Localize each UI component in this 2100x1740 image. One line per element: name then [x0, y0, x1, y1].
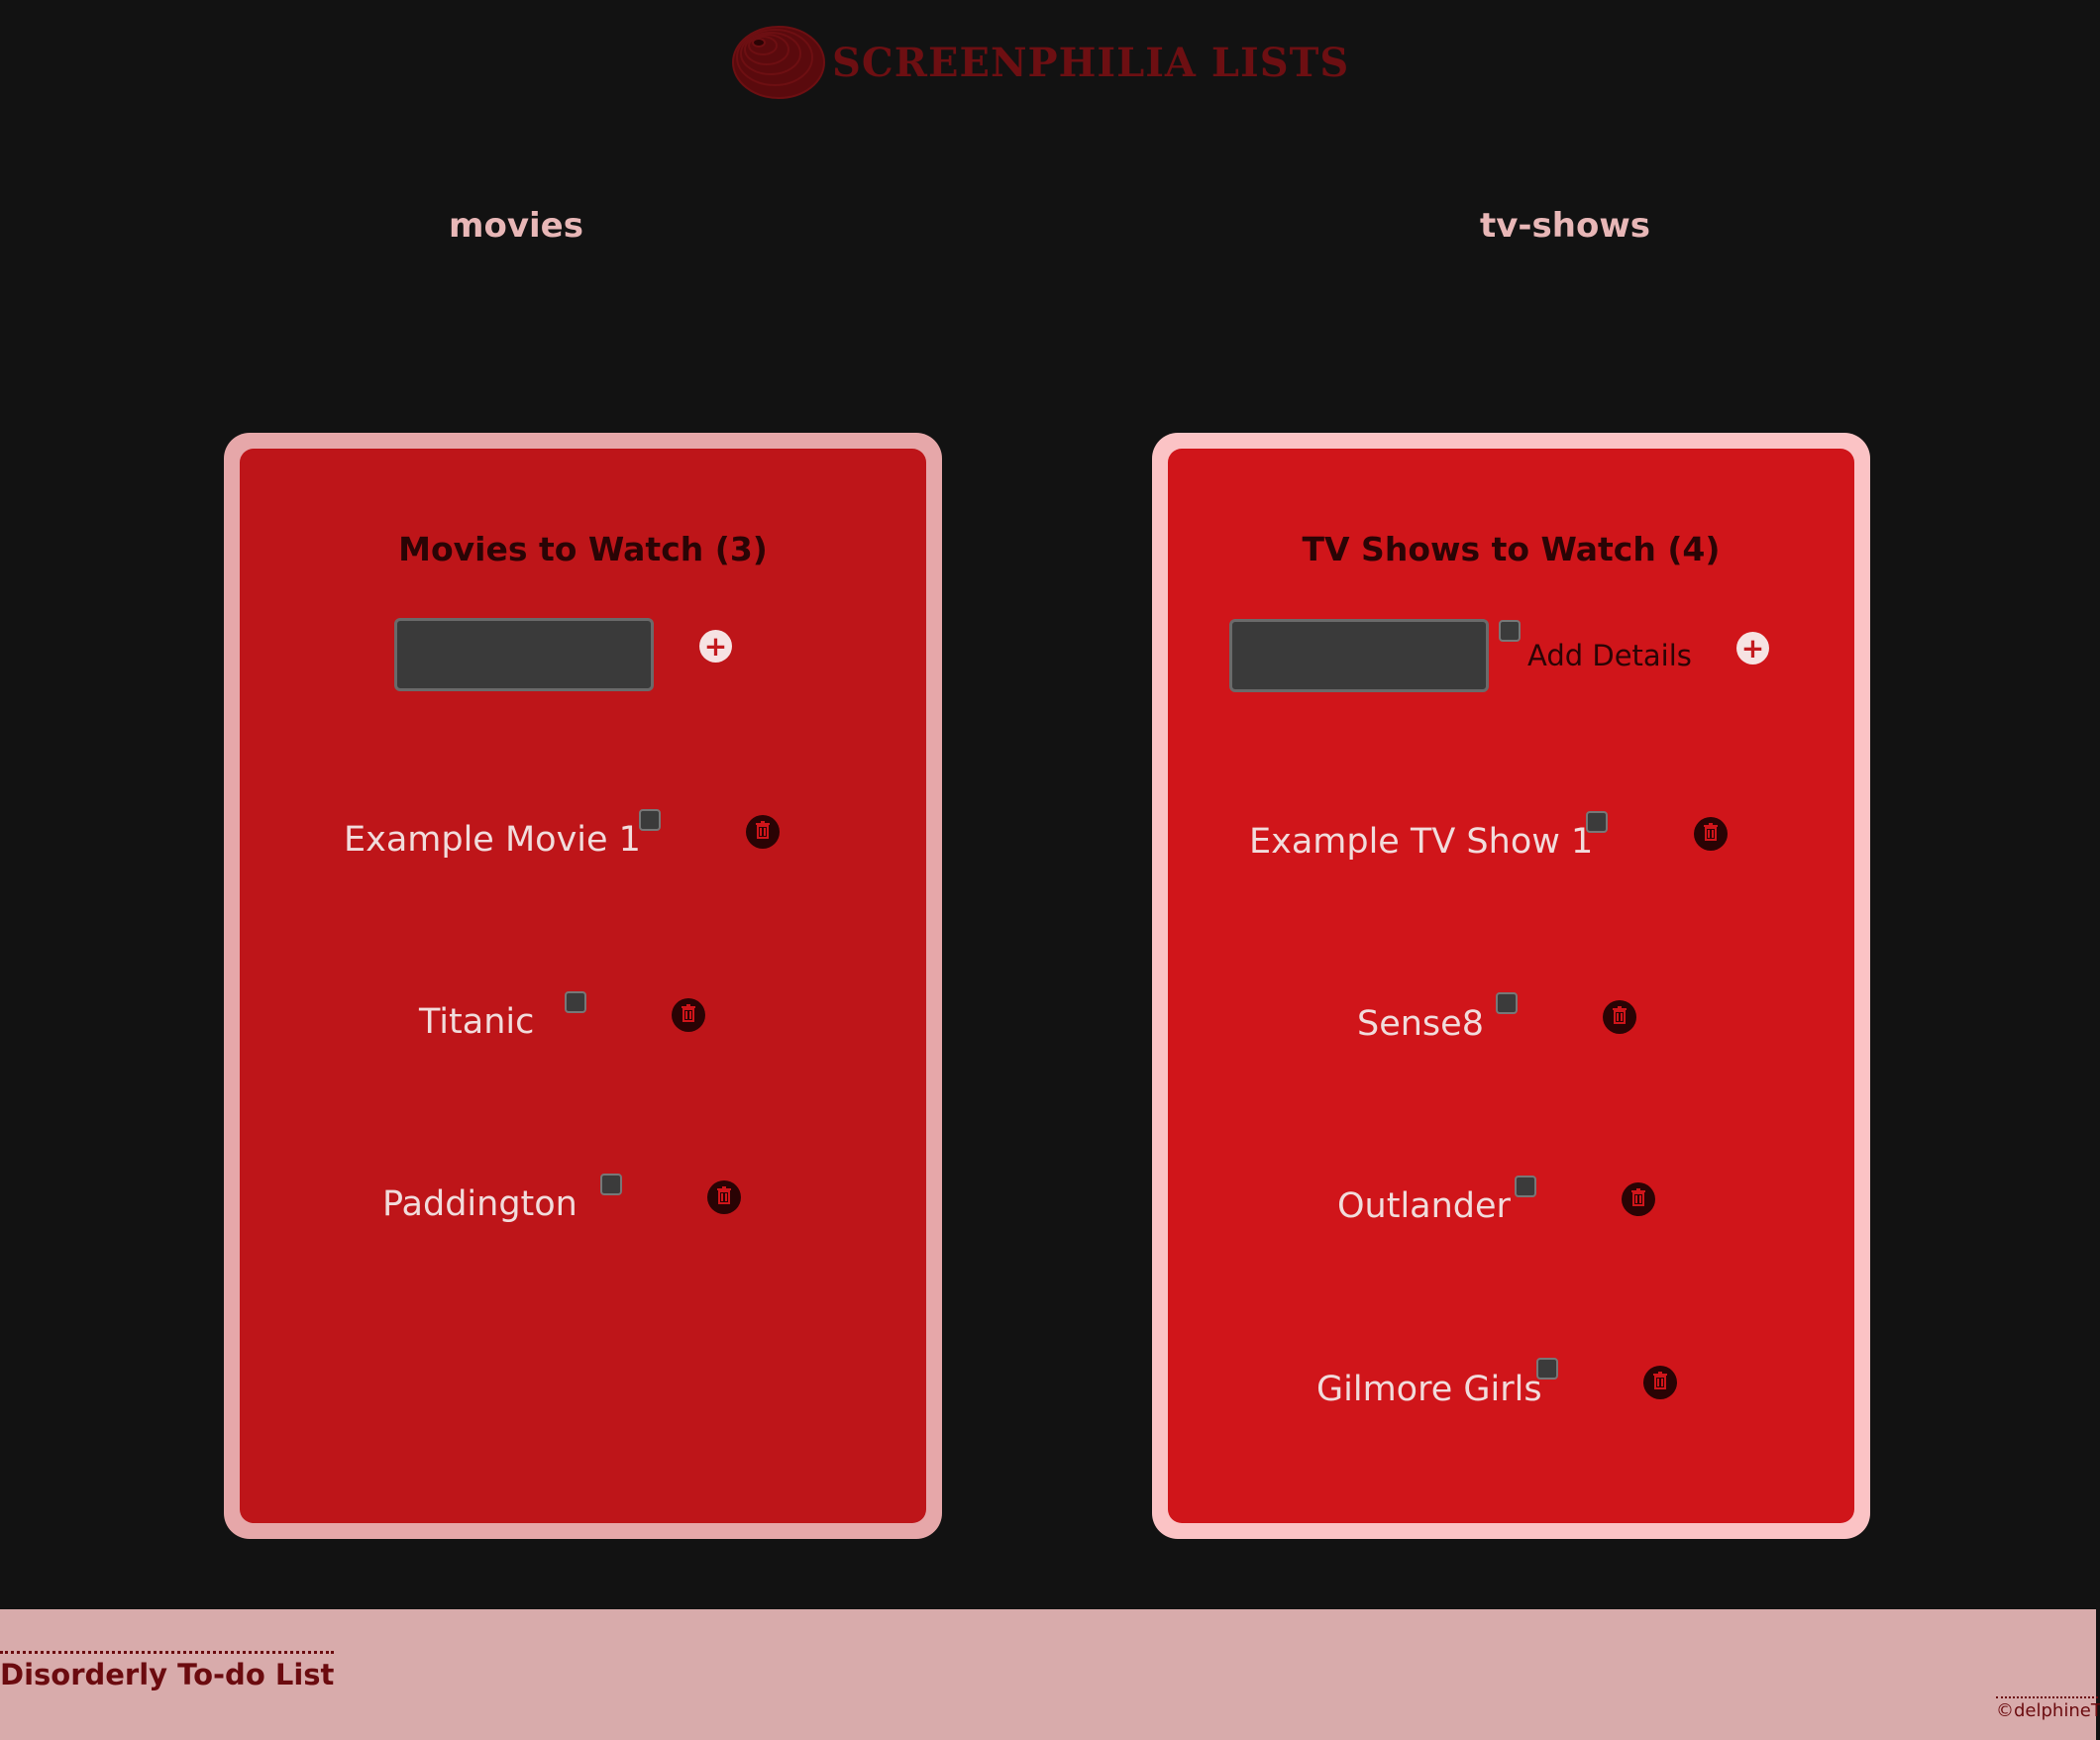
trash-icon — [1652, 1372, 1668, 1393]
trash-icon — [755, 821, 771, 843]
tab-movies[interactable]: movies — [368, 206, 665, 246]
add-details-checkbox[interactable] — [1499, 620, 1521, 642]
add-details-label: Add Details — [1527, 639, 1692, 672]
add-tv-show-button[interactable]: + — [1736, 632, 1769, 665]
tab-tv-shows[interactable]: tv-shows — [1417, 206, 1714, 246]
trash-icon — [681, 1004, 696, 1026]
page: SCREENPHILIA LISTS movies tv-shows Movie… — [0, 0, 2100, 1740]
delete-button[interactable] — [707, 1180, 741, 1214]
watched-checkbox[interactable] — [565, 991, 586, 1013]
item-label: Example Movie 1 — [344, 820, 641, 860]
footer: Disorderly To-do List ©delphineT — [0, 1609, 2100, 1740]
movies-title: Movies to Watch (3) — [398, 530, 768, 568]
delete-button[interactable] — [1603, 1000, 1636, 1034]
delete-button[interactable] — [746, 815, 780, 849]
item-label: Outlander — [1337, 1186, 1511, 1226]
watched-checkbox[interactable] — [1536, 1358, 1558, 1380]
delete-button[interactable] — [1694, 817, 1728, 851]
add-movie-button[interactable]: + — [699, 630, 732, 663]
plus-icon: + — [703, 629, 728, 663]
tv-show-input[interactable] — [1229, 619, 1489, 692]
tv-shows-title: TV Shows to Watch (4) — [1302, 530, 1721, 568]
film-reel-icon — [731, 24, 826, 101]
watched-checkbox[interactable] — [1515, 1176, 1536, 1197]
site-logo[interactable]: SCREENPHILIA LISTS — [731, 24, 1349, 101]
watched-checkbox[interactable] — [1586, 811, 1608, 833]
trash-icon — [1612, 1006, 1628, 1028]
tv-shows-card-body: TV Shows to Watch (4) Add Details + Exam… — [1168, 449, 1854, 1523]
trash-icon — [716, 1186, 732, 1208]
plus-icon: + — [1740, 631, 1765, 665]
watched-checkbox[interactable] — [639, 809, 661, 831]
trash-icon — [1630, 1188, 1646, 1210]
movie-input[interactable] — [394, 618, 654, 691]
item-label: Paddington — [382, 1184, 578, 1224]
delete-button[interactable] — [1622, 1182, 1655, 1216]
item-label: Example TV Show 1 — [1249, 822, 1594, 862]
watched-checkbox[interactable] — [1496, 992, 1518, 1014]
author-credit-link[interactable]: ©delphineT — [1996, 1696, 2100, 1721]
delete-button[interactable] — [672, 998, 705, 1032]
trash-icon — [1703, 823, 1719, 845]
item-label: Titanic — [419, 1002, 535, 1042]
disorderly-todo-link[interactable]: Disorderly To-do List — [0, 1651, 335, 1691]
watched-checkbox[interactable] — [600, 1174, 622, 1195]
tv-shows-card: TV Shows to Watch (4) Add Details + Exam… — [1152, 433, 1870, 1539]
item-label: Gilmore Girls — [1316, 1370, 1542, 1409]
movies-card: Movies to Watch (3) + Example Movie 1 Ti… — [224, 433, 942, 1539]
item-label: Sense8 — [1357, 1004, 1484, 1044]
logo-text: SCREENPHILIA LISTS — [832, 39, 1350, 86]
delete-button[interactable] — [1643, 1366, 1677, 1399]
movies-card-body: Movies to Watch (3) + Example Movie 1 Ti… — [240, 449, 926, 1523]
